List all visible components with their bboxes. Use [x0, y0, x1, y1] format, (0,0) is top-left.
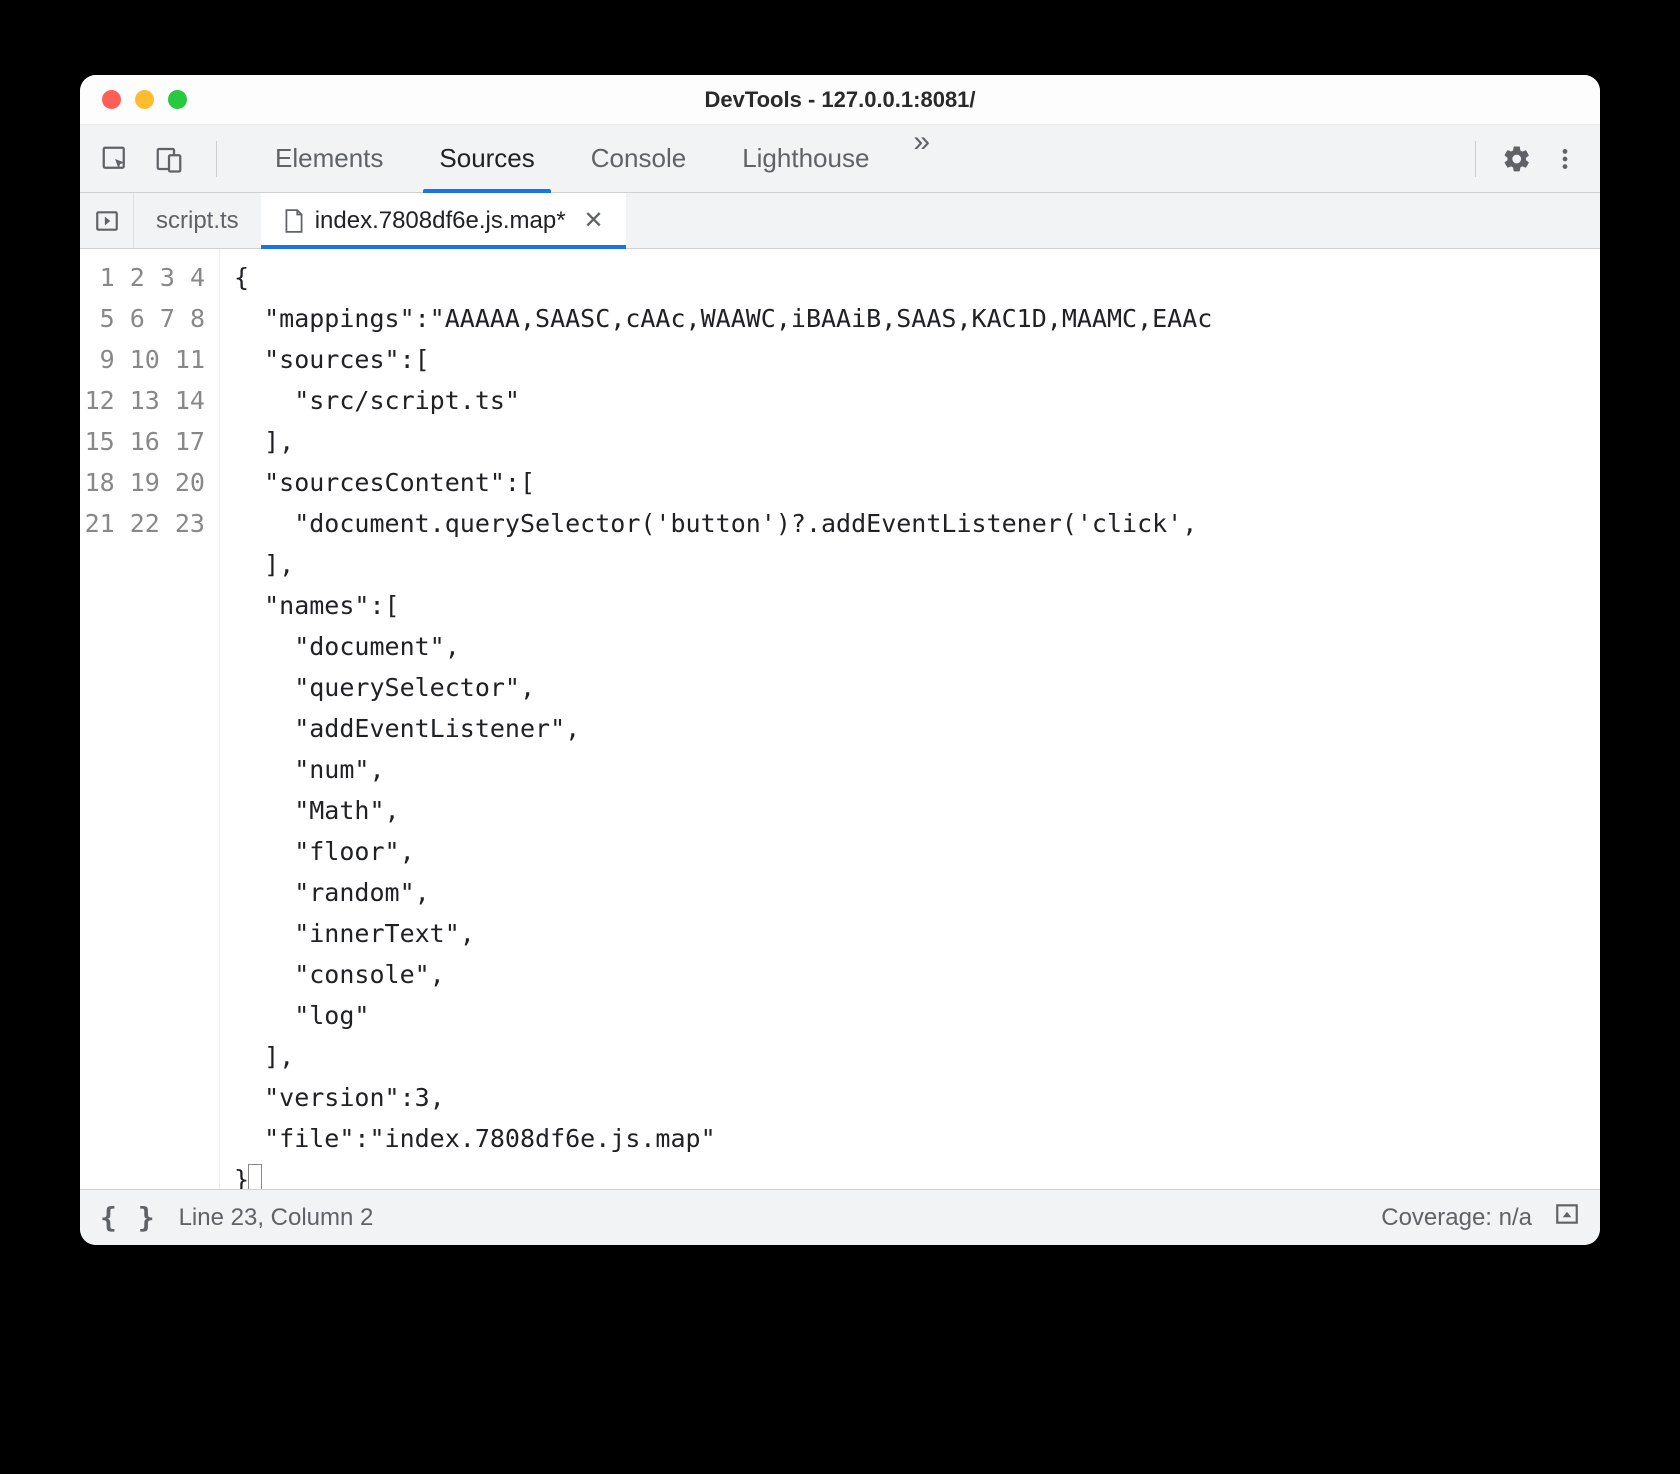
toolbar-divider: [216, 141, 217, 177]
show-navigator-icon[interactable]: [80, 193, 134, 248]
minimize-window-button[interactable]: [135, 90, 154, 109]
window-title: DevTools - 127.0.0.1:8081/: [80, 87, 1600, 113]
code-content[interactable]: { "mappings":"AAAAA,SAASC,cAAc,WAAWC,iBA…: [220, 249, 1600, 1189]
tab-lighthouse[interactable]: Lighthouse: [714, 125, 897, 192]
close-window-button[interactable]: [102, 90, 121, 109]
kebab-menu-icon[interactable]: [1548, 142, 1582, 176]
panel-tabs: Elements Sources Console Lighthouse »: [247, 125, 946, 192]
coverage-status: Coverage: n/a: [1381, 1204, 1532, 1232]
file-tab-label: script.ts: [156, 207, 239, 235]
file-tab-index-map[interactable]: index.7808df6e.js.map* ✕: [261, 193, 626, 248]
maximize-window-button[interactable]: [168, 90, 187, 109]
tab-elements[interactable]: Elements: [247, 125, 411, 192]
device-toolbar-icon[interactable]: [152, 142, 186, 176]
tab-console[interactable]: Console: [563, 125, 714, 192]
inspect-element-icon[interactable]: [98, 142, 132, 176]
line-number-gutter: 1 2 3 4 5 6 7 8 9 10 11 12 13 14 15 16 1…: [80, 249, 220, 1189]
main-toolbar: Elements Sources Console Lighthouse »: [80, 125, 1600, 193]
pretty-print-icon[interactable]: { }: [100, 1201, 157, 1234]
titlebar: DevTools - 127.0.0.1:8081/: [80, 75, 1600, 125]
toolbar-divider-right: [1475, 141, 1476, 177]
file-tabs: script.ts index.7808df6e.js.map* ✕: [80, 193, 1600, 249]
traffic-lights: [80, 90, 187, 109]
file-tab-script-ts[interactable]: script.ts: [134, 193, 261, 248]
cursor-position: Line 23, Column 2: [179, 1204, 374, 1232]
tab-sources[interactable]: Sources: [411, 125, 562, 192]
more-tabs-button[interactable]: »: [897, 125, 946, 192]
close-tab-icon[interactable]: ✕: [584, 206, 604, 235]
file-tab-label: index.7808df6e.js.map*: [315, 207, 566, 235]
expand-panel-icon[interactable]: [1554, 1201, 1580, 1234]
devtools-window: DevTools - 127.0.0.1:8081/ Elements Sour…: [80, 75, 1600, 1245]
status-bar: { } Line 23, Column 2 Coverage: n/a: [80, 1189, 1600, 1245]
file-icon: [283, 208, 305, 234]
text-cursor: [248, 1164, 262, 1189]
settings-icon[interactable]: [1500, 142, 1534, 176]
code-editor[interactable]: 1 2 3 4 5 6 7 8 9 10 11 12 13 14 15 16 1…: [80, 249, 1600, 1189]
